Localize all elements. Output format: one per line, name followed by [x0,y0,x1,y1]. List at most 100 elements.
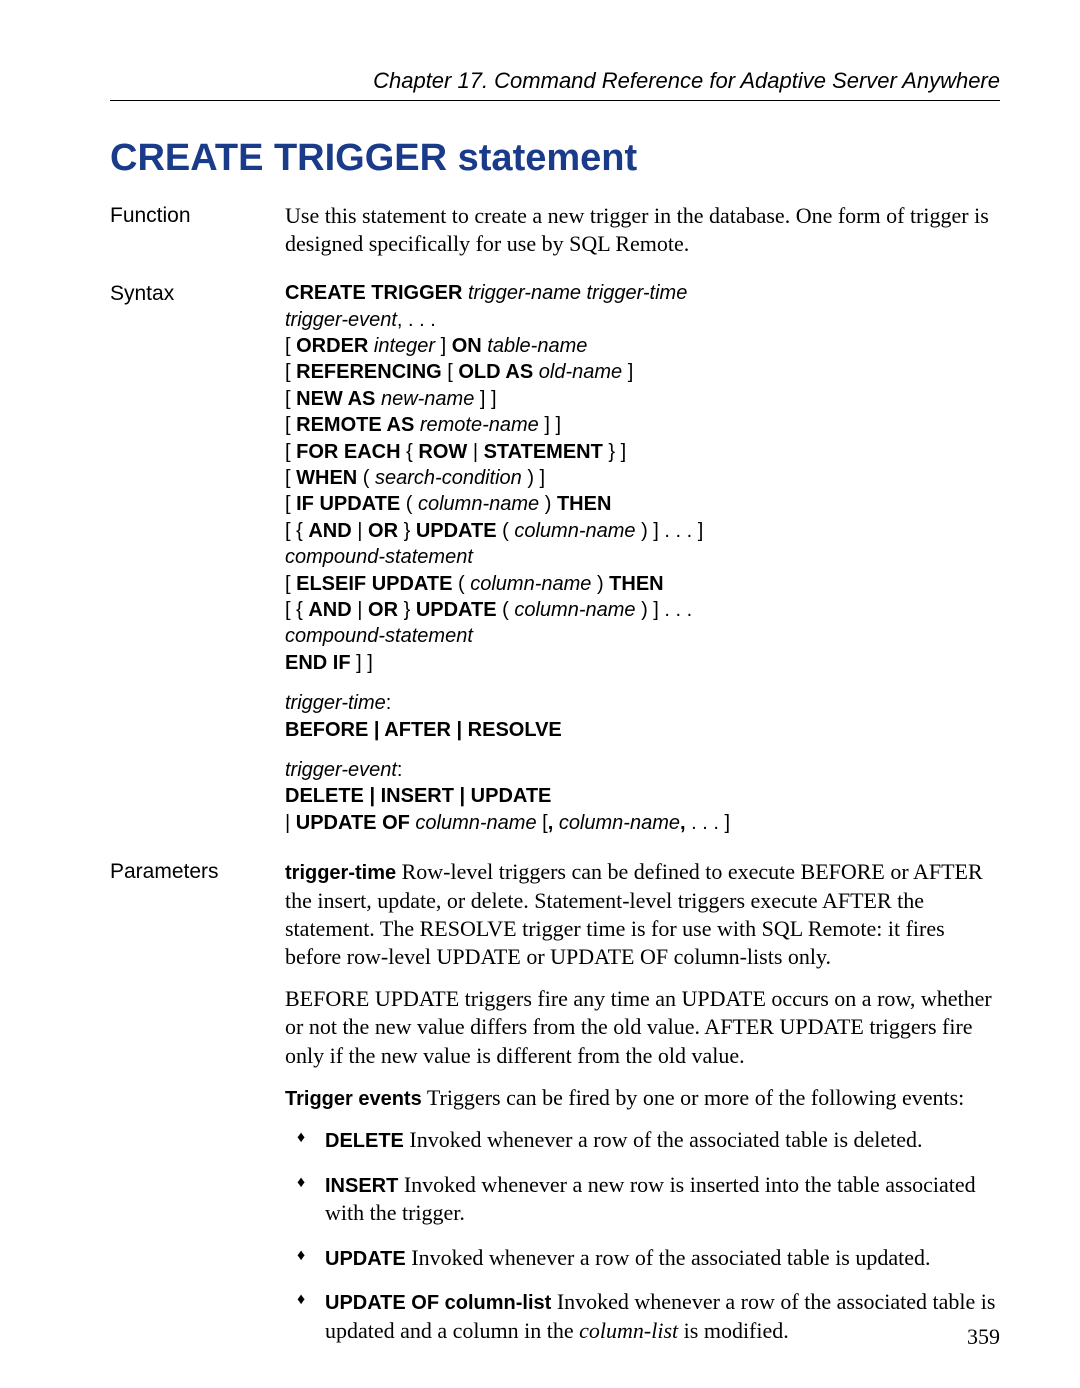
bracket: [ [285,361,296,383]
kw-update-of: UPDATE OF [296,812,410,834]
arg-old-name: old-name [533,361,628,383]
text-trigger-events: Triggers can be fired by one or more of … [422,1085,965,1110]
bracket: [ [285,441,296,463]
bracket: ] ] [351,652,373,674]
pipe: | [285,812,296,834]
text-update-of-col-list: column-list [579,1318,678,1343]
header-rule [110,100,1000,101]
text-insert: Invoked whenever a new row is inserted i… [325,1172,976,1226]
function-label: Function [110,202,285,228]
bracket: [ [285,467,296,489]
bracket: [ [285,414,296,436]
arg-compound-statement: compound-statement [285,625,473,647]
kw-remote-as: REMOTE AS [296,414,414,436]
brace: } [398,520,416,542]
bracket: ] [441,335,452,357]
kw-new-as: NEW AS [296,388,375,410]
kw-or: OR [368,599,398,621]
def-trigger-time: trigger-time [285,692,386,714]
kw-referencing: REFERENCING [296,361,442,383]
kw-delete-insert-update: DELETE | INSERT | UPDATE [285,785,551,807]
kw-when: WHEN [296,467,357,489]
bracket: ] ] [480,388,497,410]
param-trigger-time: trigger-time Row-level triggers can be d… [285,858,1000,971]
arg-table-name: table-name [482,335,588,357]
arg-compound-statement: compound-statement [285,546,473,568]
colon: : [386,692,392,714]
term-update-of: UPDATE OF column-list [325,1292,551,1314]
text-delete: Invoked whenever a row of the associated… [404,1127,923,1152]
paren: ( [452,573,470,595]
events-list: DELETE Invoked whenever a row of the ass… [297,1126,1000,1345]
arg-column-name: column-name [418,493,539,515]
pipe: | [467,441,483,463]
bracket: [ [285,573,296,595]
function-section: Function Use this statement to create a … [110,202,1000,258]
arg-trigger-name-time: trigger-name trigger-time [462,282,687,304]
ellipsis: . . . ] [691,812,730,834]
kw-row: ROW [418,441,467,463]
pipe: | [352,599,368,621]
paren: ) ] . . . ] [636,520,704,542]
function-text: Use this statement to create a new trigg… [285,202,1000,258]
paren: ( [400,493,418,515]
kw-and: AND [308,520,351,542]
bracket: [ [285,493,296,515]
bracket: [ [285,335,296,357]
kw-on: ON [452,335,482,357]
def-trigger-event: trigger-event [285,759,397,781]
bracket: [ { [285,599,308,621]
text-update-of-2: is modified. [678,1318,789,1343]
arg-column-name: column-name [514,520,635,542]
page-number: 359 [967,1324,1000,1350]
kw-before-after-resolve: BEFORE | AFTER | RESOLVE [285,719,562,741]
pipe: | [352,520,368,542]
page-title: CREATE TRIGGER statement [110,137,1000,180]
bracket: ] ] [544,414,561,436]
kw-statement: STATEMENT [484,441,603,463]
paren: ( [497,520,515,542]
paren: ) [539,493,557,515]
term-delete: DELETE [325,1130,404,1152]
brace: } [398,599,416,621]
bracket: [ [285,388,296,410]
event-delete: DELETE Invoked whenever a row of the ass… [297,1126,1000,1155]
chapter-header: Chapter 17. Command Reference for Adapti… [110,68,1000,100]
kw-update: UPDATE [416,520,497,542]
syntax-section: Syntax CREATE TRIGGER trigger-name trigg… [110,280,1000,836]
arg-integer: integer [368,335,440,357]
parameters-label: Parameters [110,858,285,884]
syntax-content: CREATE TRIGGER trigger-name trigger-time… [285,280,1000,836]
term-trigger-time: trigger-time [285,862,396,884]
arg-column-name: column-name [559,812,680,834]
term-trigger-events: Trigger events [285,1088,422,1110]
arg-new-name: new-name [375,388,480,410]
kw-and: AND [308,599,351,621]
term-update: UPDATE [325,1248,406,1270]
syntax-main: CREATE TRIGGER trigger-name trigger-time… [285,280,1000,676]
kw-old-as: OLD AS [458,361,533,383]
kw-then: THEN [557,493,611,515]
term-insert: INSERT [325,1175,398,1197]
paren: ) [591,573,609,595]
trigger-time-def: trigger-time: BEFORE | AFTER | RESOLVE [285,690,1000,743]
arg-column-name: column-name [514,599,635,621]
kw-end-if: END IF [285,652,351,674]
bracket: ] [628,361,634,383]
kw-elseif-update: ELSEIF UPDATE [296,573,452,595]
parameters-content: trigger-time Row-level triggers can be d… [285,858,1000,1361]
parameters-section: Parameters trigger-time Row-level trigge… [110,858,1000,1361]
kw-update: UPDATE [416,599,497,621]
paren: ( [357,467,375,489]
comma: , [548,812,559,834]
paren: ) ] [522,467,545,489]
arg-search-condition: search-condition [375,467,522,489]
param-before-update: BEFORE UPDATE triggers fire any time an … [285,985,1000,1069]
colon: : [397,759,403,781]
comma: , [680,812,691,834]
kw-or: OR [368,520,398,542]
arg-remote-name: remote-name [414,414,544,436]
kw-order: ORDER [296,335,368,357]
brace: { [401,441,419,463]
bracket: [ { [285,520,308,542]
